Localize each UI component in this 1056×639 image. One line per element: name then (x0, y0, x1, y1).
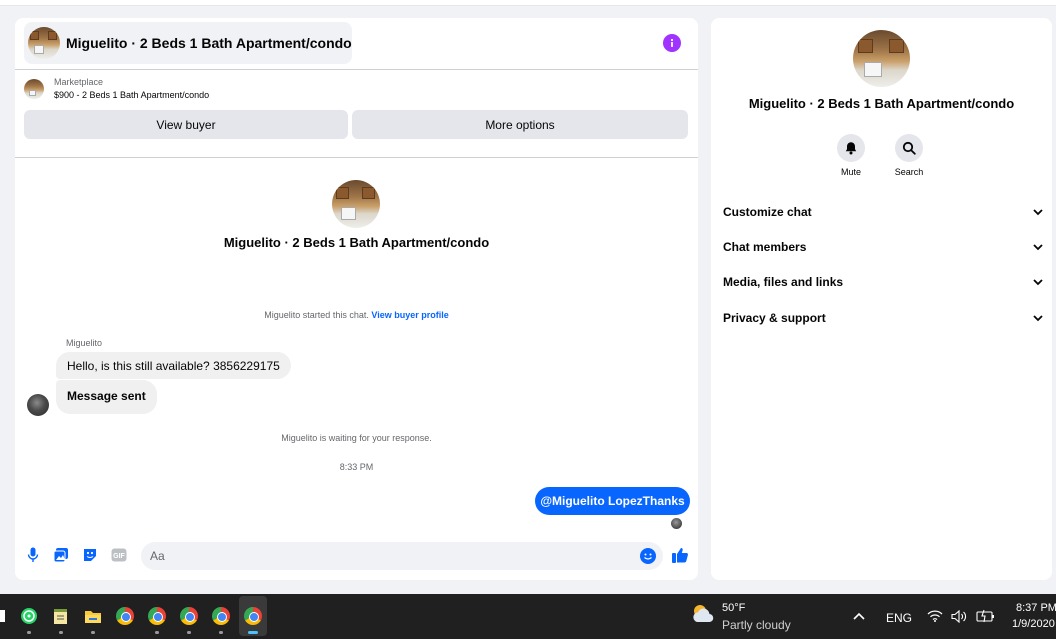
conversation-avatar (332, 180, 380, 228)
conversation-title: Miguelito · 2 Beds 1 Bath Apartment/cond… (223, 235, 490, 250)
gallery-icon[interactable] (53, 547, 69, 563)
marketplace-thumbnail (24, 79, 44, 99)
chevron-up-icon[interactable] (853, 612, 865, 620)
chevron-down-icon (1033, 243, 1043, 250)
message-input[interactable] (141, 542, 663, 570)
info-icon[interactable] (663, 34, 681, 52)
marketplace-listing-bar: Marketplace $900 - 2 Beds 1 Bath Apartme… (15, 70, 698, 158)
section-label: Customize chat (723, 205, 812, 219)
emoji-icon[interactable] (640, 548, 656, 564)
section-label: Chat members (723, 240, 807, 254)
file-explorer-icon[interactable] (84, 607, 102, 625)
gif-icon[interactable]: GIF (111, 547, 127, 563)
info-title: Miguelito · 2 Beds 1 Bath Apartment/cond… (748, 96, 1015, 111)
mute-label: Mute (840, 167, 861, 177)
mute-button[interactable]: Mute (831, 134, 871, 177)
search-button[interactable]: Search (889, 134, 929, 177)
chat-header: Miguelito · 2 Beds 1 Bath Apartment/cond… (15, 18, 698, 70)
message-timestamp: 8:33 PM (339, 462, 374, 472)
chevron-down-icon (1033, 314, 1043, 321)
chat-title-button[interactable]: Miguelito · 2 Beds 1 Bath Apartment/cond… (24, 22, 352, 64)
waiting-notice: Miguelito is waiting for your response. (281, 433, 432, 443)
chat-members-section[interactable]: Chat members (723, 237, 1043, 257)
chat-started-notice: Miguelito started this chat. View buyer … (15, 310, 698, 320)
section-label: Media, files and links (723, 275, 844, 289)
whatsapp-icon[interactable] (20, 607, 38, 625)
chrome-icon[interactable] (180, 607, 198, 625)
browser-top-strip (0, 0, 1056, 6)
view-buyer-button[interactable]: View buyer (24, 110, 348, 139)
chat-info-panel: Miguelito · 2 Beds 1 Bath Apartment/cond… (711, 18, 1052, 580)
bell-icon (845, 142, 857, 155)
chrome-icon[interactable] (148, 607, 166, 625)
weather-description[interactable]: Partly cloudy (722, 618, 791, 632)
start-icon[interactable] (0, 610, 5, 622)
clock-time[interactable]: 8:37 PM (1016, 602, 1056, 614)
search-label: Search (894, 167, 924, 177)
more-options-button[interactable]: More options (352, 110, 688, 139)
sticker-icon[interactable] (82, 547, 98, 563)
view-buyer-profile-link[interactable]: View buyer profile (371, 310, 448, 320)
chrome-icon[interactable] (244, 607, 262, 625)
message-bubble[interactable]: Hello, is this still available? 38562291… (56, 352, 291, 379)
read-receipt-avatar (671, 518, 682, 529)
chevron-down-icon (1033, 278, 1043, 285)
svg-text:GIF: GIF (113, 553, 125, 560)
message-composer: GIF (15, 538, 698, 576)
listing-thumbnail (28, 27, 60, 59)
chat-title: Miguelito · 2 Beds 1 Bath Apartment/cond… (66, 35, 352, 51)
sender-name: Miguelito (66, 338, 103, 348)
thumbs-up-icon[interactable] (671, 546, 689, 564)
notes-app-icon[interactable] (52, 607, 70, 625)
battery-icon[interactable] (976, 609, 996, 623)
chrome-icon[interactable] (116, 607, 134, 625)
marketplace-label: Marketplace (54, 77, 104, 87)
section-label: Privacy & support (723, 311, 826, 325)
language-indicator[interactable]: ENG (886, 611, 912, 625)
clock-date[interactable]: 1/9/2020 (1012, 618, 1055, 630)
chevron-down-icon (1033, 208, 1043, 215)
weather-temperature[interactable]: 50°F (722, 602, 745, 614)
volume-icon[interactable] (951, 610, 967, 623)
chat-panel: Miguelito · 2 Beds 1 Bath Apartment/cond… (15, 18, 698, 580)
media-files-links-section[interactable]: Media, files and links (723, 272, 1043, 292)
chat-started-text: Miguelito started this chat. (264, 310, 369, 320)
weather-icon[interactable] (690, 602, 716, 626)
info-avatar (853, 30, 910, 87)
wifi-icon[interactable] (927, 610, 943, 622)
microphone-icon[interactable] (25, 547, 41, 563)
message-bubble[interactable]: Message sent (56, 380, 157, 414)
chrome-icon[interactable] (212, 607, 230, 625)
search-icon (902, 141, 916, 155)
privacy-support-section[interactable]: Privacy & support (723, 308, 1043, 328)
outgoing-message-bubble[interactable]: @Miguelito LopezThanks (535, 487, 690, 515)
customize-chat-section[interactable]: Customize chat (723, 202, 1043, 222)
sender-avatar[interactable] (27, 394, 49, 416)
listing-price-title: $900 - 2 Beds 1 Bath Apartment/condo (54, 90, 210, 100)
